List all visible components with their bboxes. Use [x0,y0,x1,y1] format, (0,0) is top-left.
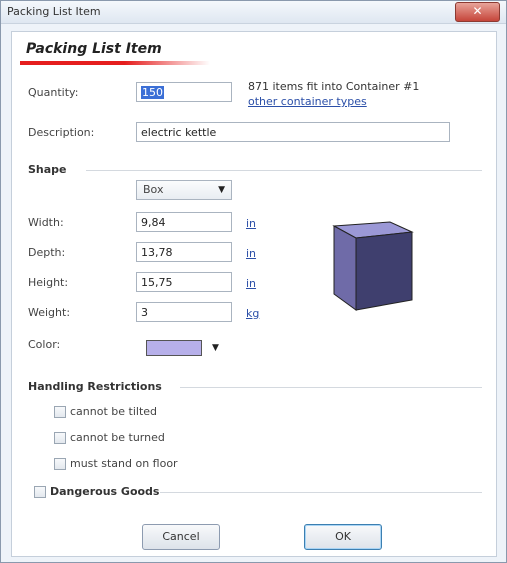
must-stand-on-floor-label: must stand on floor [70,457,178,470]
handling-section-title: Handling Restrictions [28,380,162,393]
cannot-be-tilted-checkbox[interactable] [54,406,66,418]
height-unit-link[interactable]: in [246,277,256,290]
dialog-body: Packing List Item Quantity: 150 871 item… [11,31,497,557]
color-swatch[interactable] [146,340,202,356]
handling-divider [180,387,482,388]
weight-input[interactable]: 3 [136,302,232,322]
dangerous-divider [160,492,482,493]
weight-unit-link[interactable]: kg [246,307,259,320]
close-icon: ✕ [472,4,483,18]
fit-info: 871 items fit into Container #1 [248,80,420,93]
description-input[interactable]: electric kettle [136,122,450,142]
width-label: Width: [28,216,64,229]
box-preview-icon [332,221,414,311]
color-label: Color: [28,338,61,351]
cannot-be-turned-checkbox[interactable] [54,432,66,444]
header-accent-bar [20,61,210,65]
title-bar: Packing List Item ✕ [1,1,506,24]
page-title: Packing List Item [26,41,162,57]
height-label: Height: [28,276,69,289]
quantity-value: 150 [141,86,164,99]
width-input[interactable]: 9,84 [136,212,232,232]
cannot-be-turned-label: cannot be turned [70,431,165,444]
depth-label: Depth: [28,246,66,259]
ok-button[interactable]: OK [304,524,382,550]
box-front-face [355,231,413,311]
depth-unit-link[interactable]: in [246,247,256,260]
must-stand-on-floor-checkbox[interactable] [54,458,66,470]
chevron-down-icon[interactable]: ▼ [212,343,219,353]
chevron-down-icon: ▼ [218,185,225,195]
cannot-be-tilted-label: cannot be tilted [70,405,158,418]
other-container-types-link[interactable]: other container types [248,95,367,108]
quantity-input[interactable]: 150 [136,82,232,102]
description-label: Description: [28,126,95,139]
width-unit-link[interactable]: in [246,217,256,230]
shape-select[interactable]: Box ▼ [136,180,232,200]
shape-select-value: Box [143,183,164,196]
window-title: Packing List Item [7,5,101,18]
shape-divider [86,170,482,171]
dialog-header: Packing List Item [20,38,220,66]
close-button[interactable]: ✕ [455,2,500,22]
box-side-face [333,225,357,311]
dangerous-goods-checkbox[interactable] [34,486,46,498]
dangerous-goods-label: Dangerous Goods [50,485,160,498]
height-input[interactable]: 15,75 [136,272,232,292]
depth-input[interactable]: 13,78 [136,242,232,262]
cancel-button[interactable]: Cancel [142,524,220,550]
shape-section-title: Shape [28,163,67,176]
dialog-window: Packing List Item ✕ Packing List Item Qu… [0,0,507,563]
weight-label: Weight: [28,306,71,319]
quantity-label: Quantity: [28,86,79,99]
